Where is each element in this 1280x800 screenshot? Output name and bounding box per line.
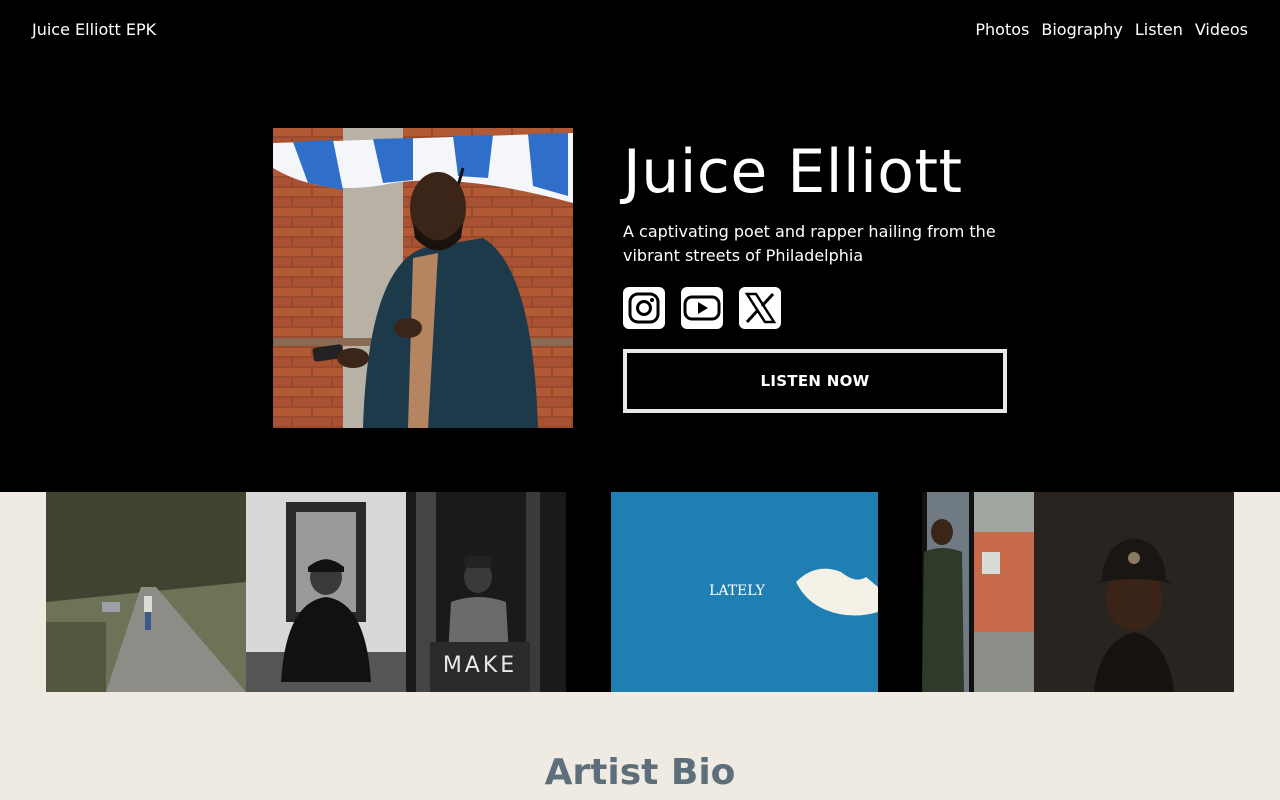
- nav-videos[interactable]: Videos: [1195, 20, 1248, 39]
- nav-biography[interactable]: Biography: [1041, 20, 1123, 39]
- social-links: [623, 287, 781, 329]
- artist-name: Juice Elliott: [623, 137, 963, 207]
- gallery-photo-street[interactable]: [46, 492, 246, 692]
- nav-photos[interactable]: Photos: [975, 20, 1029, 39]
- hero-section: Juice Elliott EPK Photos Biography Liste…: [0, 0, 1280, 492]
- brand-link[interactable]: Juice Elliott EPK: [32, 20, 156, 39]
- artist-portrait: [273, 128, 573, 428]
- sign-text: MAKE: [443, 653, 517, 678]
- gallery-photo-album-lately[interactable]: LATELY: [611, 492, 878, 692]
- gallery-spacer: [566, 492, 611, 692]
- nav-listen[interactable]: Listen: [1135, 20, 1183, 39]
- artist-tagline: A captivating poet and rapper hailing fr…: [623, 222, 996, 265]
- main-nav: Photos Biography Listen Videos: [975, 20, 1248, 39]
- x-icon[interactable]: [739, 287, 781, 329]
- gallery-spacer: [878, 492, 922, 692]
- gallery-photo-cap[interactable]: [1034, 492, 1234, 692]
- listen-now-button[interactable]: LISTEN NOW: [623, 349, 1007, 413]
- instagram-icon[interactable]: [623, 287, 665, 329]
- album-title-text: LATELY: [709, 583, 766, 599]
- gallery-photo-sign[interactable]: MAKE: [406, 492, 566, 692]
- youtube-icon[interactable]: [681, 287, 723, 329]
- artist-bio-heading: Artist Bio: [544, 752, 736, 793]
- gallery-photo-mirror[interactable]: [922, 492, 1034, 692]
- hero-text: Juice Elliott A captivating poet and rap…: [623, 136, 1007, 268]
- gallery-photo-sitting[interactable]: [246, 492, 406, 692]
- photo-gallery: MAKE LATELY: [46, 492, 1234, 692]
